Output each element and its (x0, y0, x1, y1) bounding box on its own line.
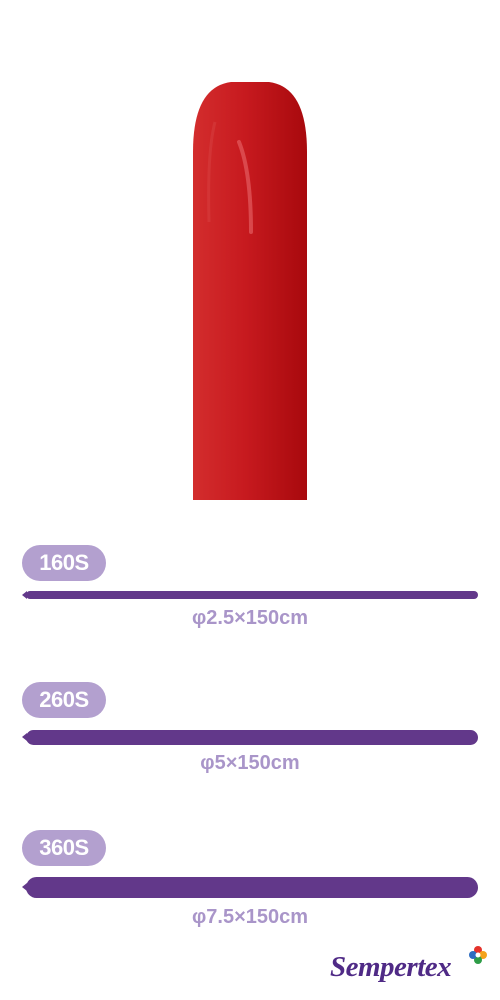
balloon-width-bar (22, 730, 478, 745)
size-badge: 360S (22, 830, 106, 866)
balloon-image (193, 82, 307, 500)
dimension-label: φ7.5×150cm (191, 906, 309, 928)
balloon-width-bar (22, 877, 478, 898)
size-badge: 260S (22, 682, 106, 718)
brand-name: Sempertex (330, 951, 452, 983)
balloon-flower-icon (469, 946, 487, 964)
dimension-label: φ2.5×150cm (191, 607, 309, 629)
size-badge: 160S (22, 545, 106, 581)
balloon-width-bar (22, 591, 478, 599)
dimension-label: φ5×150cm (200, 752, 300, 774)
brand-logo: Sempertex (330, 945, 490, 990)
